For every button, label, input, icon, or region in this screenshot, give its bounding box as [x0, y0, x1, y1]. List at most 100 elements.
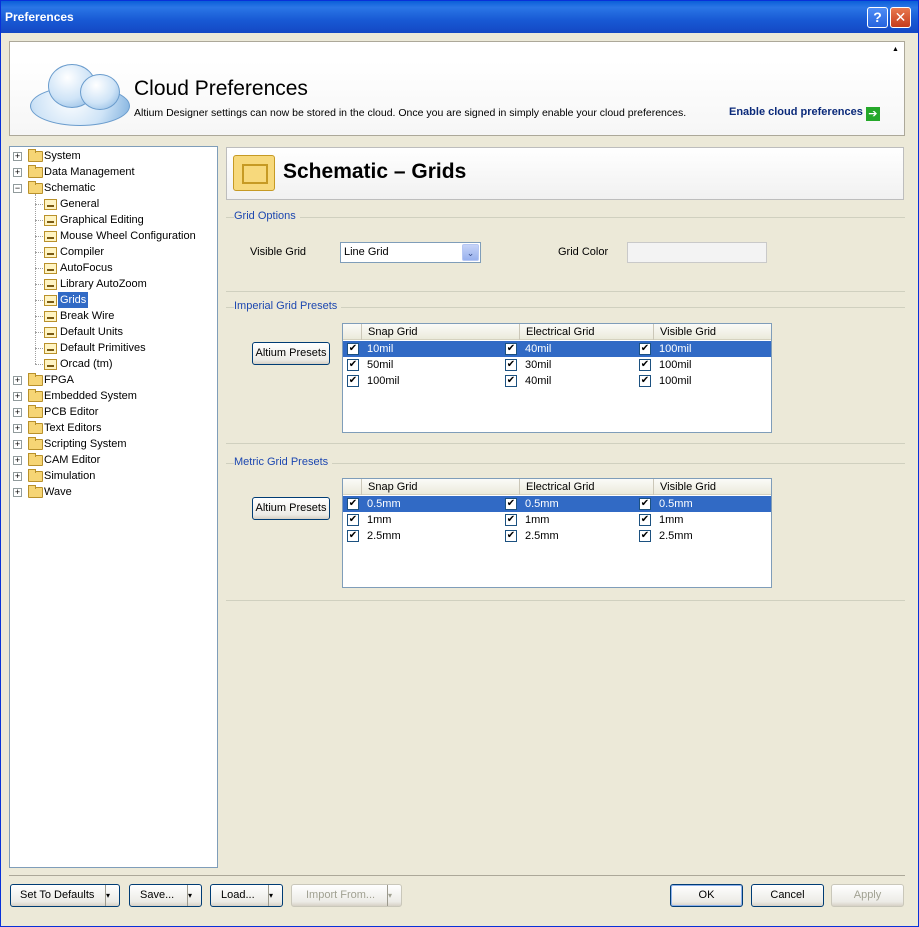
- grid-value[interactable]: 1mm: [367, 512, 391, 528]
- expand-icon[interactable]: +: [13, 168, 22, 177]
- chevron-down-icon[interactable]: ⌄: [462, 244, 479, 261]
- chevron-down-icon[interactable]: ▾: [105, 885, 119, 906]
- metric-grid-table[interactable]: Snap Grid Electrical Grid Visible Grid ✔ 0.5…: [342, 478, 772, 588]
- checkbox[interactable]: ✔: [639, 530, 651, 542]
- collapse-icon[interactable]: −: [13, 184, 22, 193]
- tree-item[interactable]: Mouse Wheel Configuration: [10, 228, 217, 244]
- tree-item[interactable]: Library AutoZoom: [10, 276, 217, 292]
- help-icon[interactable]: ?: [867, 7, 888, 28]
- checkbox[interactable]: ✔: [505, 375, 517, 387]
- grid-value[interactable]: 100mil: [367, 373, 399, 389]
- apply-button[interactable]: Apply: [831, 884, 904, 907]
- cancel-button[interactable]: Cancel: [751, 884, 824, 907]
- tree-item[interactable]: Graphical Editing: [10, 212, 217, 228]
- chevron-down-icon[interactable]: ▾: [268, 885, 282, 906]
- expand-icon[interactable]: +: [13, 488, 22, 497]
- tree-item[interactable]: AutoFocus: [10, 260, 217, 276]
- tree-item[interactable]: + Scripting System: [10, 436, 217, 452]
- table-row[interactable]: ✔ 100mil ✔ 40mil ✔ 100mil: [343, 373, 771, 389]
- checkbox[interactable]: ✔: [505, 359, 517, 371]
- close-icon[interactable]: ✕: [890, 7, 911, 28]
- grid-value[interactable]: 50mil: [367, 357, 393, 373]
- imperial-altium-presets-button[interactable]: Altium Presets: [252, 342, 330, 365]
- tree-item[interactable]: + Simulation: [10, 468, 217, 484]
- grid-value[interactable]: 0.5mm: [659, 496, 693, 512]
- table-row[interactable]: ✔ 50mil ✔ 30mil ✔ 100mil: [343, 357, 771, 373]
- column-header[interactable]: Electrical Grid: [519, 324, 594, 340]
- tree-item[interactable]: + CAM Editor: [10, 452, 217, 468]
- checkbox[interactable]: ✔: [505, 343, 517, 355]
- preferences-tree[interactable]: + System + Data Management − Schematic General…: [9, 146, 218, 868]
- column-header[interactable]: Snap Grid: [361, 324, 418, 340]
- checkbox[interactable]: ✔: [347, 514, 359, 526]
- checkbox[interactable]: ✔: [505, 498, 517, 510]
- expand-icon[interactable]: +: [13, 376, 22, 385]
- tree-item[interactable]: Default Units: [10, 324, 217, 340]
- grid-value[interactable]: 1mm: [659, 512, 683, 528]
- save-button[interactable]: Save... ▾: [129, 884, 202, 907]
- load-button[interactable]: Load... ▾: [210, 884, 283, 907]
- grid-value[interactable]: 2.5mm: [367, 528, 401, 544]
- checkbox[interactable]: ✔: [639, 498, 651, 510]
- column-header[interactable]: Electrical Grid: [519, 479, 594, 495]
- expand-icon[interactable]: +: [13, 424, 22, 433]
- checkbox[interactable]: ✔: [639, 375, 651, 387]
- column-header[interactable]: Snap Grid: [361, 479, 418, 495]
- chevron-down-icon[interactable]: ▾: [187, 885, 201, 906]
- tree-item[interactable]: − Schematic: [10, 180, 217, 196]
- tree-item[interactable]: + System: [10, 148, 217, 164]
- tree-item[interactable]: + Wave: [10, 484, 217, 500]
- chevron-down-icon[interactable]: ▾: [387, 885, 401, 906]
- column-header[interactable]: Visible Grid: [653, 324, 716, 340]
- expand-icon[interactable]: +: [13, 472, 22, 481]
- grid-value[interactable]: 100mil: [659, 357, 691, 373]
- checkbox[interactable]: ✔: [347, 530, 359, 542]
- checkbox[interactable]: ✔: [639, 514, 651, 526]
- tree-item[interactable]: Default Primitives: [10, 340, 217, 356]
- checkbox[interactable]: ✔: [505, 514, 517, 526]
- set-to-defaults-button[interactable]: Set To Defaults ▾: [10, 884, 120, 907]
- tree-item[interactable]: + Data Management: [10, 164, 217, 180]
- tree-item[interactable]: Grids: [10, 292, 217, 308]
- checkbox[interactable]: ✔: [347, 343, 359, 355]
- title-bar[interactable]: Preferences ? ✕: [1, 1, 918, 33]
- grid-value[interactable]: 30mil: [525, 357, 551, 373]
- visible-grid-select[interactable]: Line Grid ⌄: [340, 242, 481, 263]
- grid-value[interactable]: 10mil: [367, 341, 393, 357]
- table-row[interactable]: ✔ 0.5mm ✔ 0.5mm ✔ 0.5mm: [343, 496, 771, 512]
- checkbox[interactable]: ✔: [639, 343, 651, 355]
- scroll-up-icon[interactable]: ▲: [892, 46, 899, 53]
- expand-icon[interactable]: +: [13, 392, 22, 401]
- column-header[interactable]: Visible Grid: [653, 479, 716, 495]
- import-from-button[interactable]: Import From... ▾: [291, 884, 402, 907]
- expand-icon[interactable]: +: [13, 152, 22, 161]
- tree-item[interactable]: Break Wire: [10, 308, 217, 324]
- tree-item[interactable]: Compiler: [10, 244, 217, 260]
- checkbox[interactable]: ✔: [347, 375, 359, 387]
- tree-item[interactable]: + Text Editors: [10, 420, 217, 436]
- grid-value[interactable]: 40mil: [525, 373, 551, 389]
- expand-icon[interactable]: +: [13, 408, 22, 417]
- grid-value[interactable]: 100mil: [659, 341, 691, 357]
- checkbox[interactable]: ✔: [347, 498, 359, 510]
- expand-icon[interactable]: +: [13, 456, 22, 465]
- tree-item[interactable]: + Embedded System: [10, 388, 217, 404]
- grid-value[interactable]: 0.5mm: [367, 496, 401, 512]
- tree-item[interactable]: + PCB Editor: [10, 404, 217, 420]
- grid-value[interactable]: 0.5mm: [525, 496, 559, 512]
- table-row[interactable]: ✔ 1mm ✔ 1mm ✔ 1mm: [343, 512, 771, 528]
- grid-value[interactable]: 40mil: [525, 341, 551, 357]
- tree-item[interactable]: General: [10, 196, 217, 212]
- grid-value[interactable]: 100mil: [659, 373, 691, 389]
- grid-value[interactable]: 1mm: [525, 512, 549, 528]
- table-row[interactable]: ✔ 2.5mm ✔ 2.5mm ✔ 2.5mm: [343, 528, 771, 544]
- grid-color-swatch[interactable]: [627, 242, 767, 263]
- enable-cloud-link[interactable]: Enable cloud preferences ➔: [729, 106, 880, 121]
- metric-altium-presets-button[interactable]: Altium Presets: [252, 497, 330, 520]
- expand-icon[interactable]: +: [13, 440, 22, 449]
- tree-item[interactable]: + FPGA: [10, 372, 217, 388]
- grid-value[interactable]: 2.5mm: [659, 528, 693, 544]
- checkbox[interactable]: ✔: [347, 359, 359, 371]
- checkbox[interactable]: ✔: [505, 530, 517, 542]
- grid-value[interactable]: 2.5mm: [525, 528, 559, 544]
